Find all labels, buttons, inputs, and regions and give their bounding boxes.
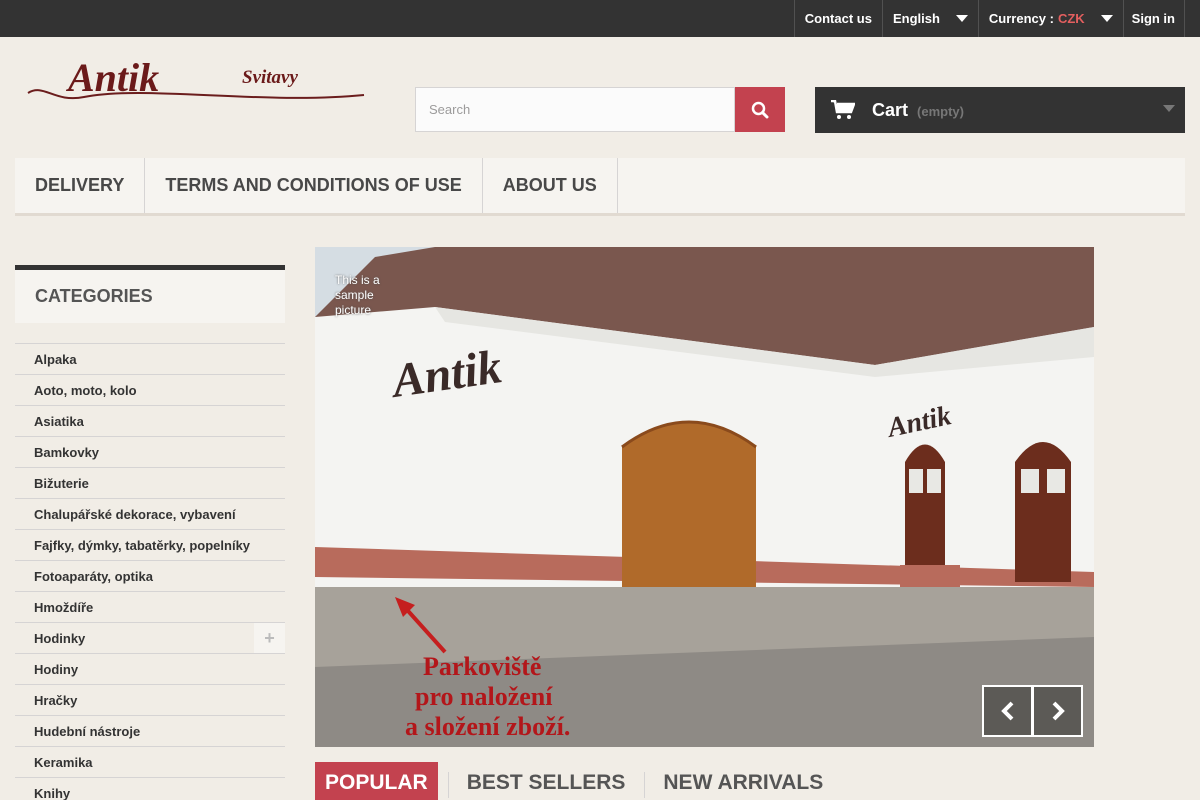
search-form <box>415 87 785 132</box>
cart-title: Cart <box>872 99 909 120</box>
cart-icon <box>831 100 855 119</box>
category-label: Alpaka <box>34 351 77 367</box>
category-item[interactable]: Hodiny <box>15 653 285 684</box>
chevron-down-icon <box>955 15 968 22</box>
category-label: Chalupářské dekorace, vybavení <box>34 506 236 522</box>
slider-controls <box>982 685 1083 737</box>
category-item[interactable]: Hračky <box>15 684 285 715</box>
category-label: Asiatika <box>34 413 84 429</box>
category-item[interactable]: Hudební nástroje <box>15 715 285 746</box>
category-item[interactable]: Hmoždíře <box>15 591 285 622</box>
category-item[interactable]: Hodinky + <box>15 622 285 653</box>
slide-note-line1: Parkoviště <box>423 652 541 681</box>
category-label: Aoto, moto, kolo <box>34 382 137 398</box>
categories-block: Categories <box>15 265 285 323</box>
category-label: Hmoždíře <box>34 599 94 615</box>
slider-next-button[interactable] <box>1032 685 1083 737</box>
top-nav: Contact us English Currency : CZK Sign i… <box>793 0 1185 37</box>
language-label: English <box>892 11 940 26</box>
chevron-left-icon <box>1000 701 1013 721</box>
slide-image: Antik Antik Parkoviště pro naložení a sl… <box>315 247 1094 747</box>
main-menu: Delivery Terms and conditions of use Abo… <box>15 158 1185 216</box>
category-item[interactable]: Alpaka <box>15 343 285 374</box>
search-input[interactable] <box>415 87 735 132</box>
category-label: Fajfky, dýmky, tabatěrky, popelníky <box>34 537 251 553</box>
sign-in-link[interactable]: Sign in <box>1122 0 1185 37</box>
language-selector[interactable]: English <box>881 0 978 37</box>
currency-label: Currency : <box>988 11 1054 26</box>
search-button[interactable] <box>735 87 785 132</box>
chevron-right-icon <box>1052 701 1065 721</box>
category-label: Hodinky <box>34 630 86 646</box>
slide-caption: This is a sample picture <box>335 273 380 317</box>
expand-plus-icon[interactable]: + <box>254 623 285 653</box>
categories-title: Categories <box>35 286 153 306</box>
cart-block[interactable]: Cart (empty) <box>815 87 1185 133</box>
logo-main-text: Antik <box>65 55 159 100</box>
category-label: Keramika <box>34 754 93 770</box>
category-item[interactable]: Aoto, moto, kolo <box>15 374 285 405</box>
category-item[interactable]: Knihy <box>15 777 285 800</box>
menu-item-delivery[interactable]: Delivery <box>15 158 146 213</box>
currency-value: CZK <box>1057 11 1085 26</box>
category-item[interactable]: Chalupářské dekorace, vybavení <box>15 498 285 529</box>
category-label: Hračky <box>34 692 78 708</box>
chevron-down-icon <box>1163 105 1175 112</box>
tab-popular[interactable]: Popular <box>315 762 438 800</box>
slide-note-line2: pro naložení <box>415 682 553 711</box>
category-label: Fotoaparáty, optika <box>34 568 153 584</box>
homepage-slider[interactable]: Antik Antik Parkoviště pro naložení a sl… <box>315 247 1094 747</box>
menu-item-about-us[interactable]: About us <box>483 158 618 213</box>
category-item[interactable]: Fajfky, dýmky, tabatěrky, popelníky <box>15 529 285 560</box>
slide-note-line3: a složení zboží. <box>405 712 570 741</box>
tab-new-arrivals[interactable]: New arrivals <box>644 762 842 800</box>
category-label: Knihy <box>34 785 71 800</box>
product-tabs: Popular Best sellers New arrivals <box>315 762 842 800</box>
search-icon <box>751 101 769 118</box>
category-item[interactable]: Fotoaparáty, optika <box>15 560 285 591</box>
category-list: Alpaka Aoto, moto, kolo Asiatika Bamkovk… <box>15 343 285 800</box>
store-logo[interactable]: Antik Svitavy <box>24 55 374 115</box>
category-label: Bamkovky <box>34 444 100 460</box>
category-item[interactable]: Bižuterie <box>15 467 285 498</box>
category-item[interactable]: Keramika <box>15 746 285 777</box>
cart-status: (empty) <box>917 104 964 119</box>
tab-best-sellers[interactable]: Best sellers <box>447 762 645 800</box>
chevron-down-icon <box>1100 15 1113 22</box>
category-label: Hudební nástroje <box>34 723 141 739</box>
category-label: Bižuterie <box>34 475 89 491</box>
contact-us-link[interactable]: Contact us <box>793 0 882 37</box>
top-bar: Contact us English Currency : CZK Sign i… <box>0 0 1200 37</box>
logo-sub-text: Svitavy <box>242 67 298 88</box>
category-item[interactable]: Asiatika <box>15 405 285 436</box>
currency-selector[interactable]: Currency : CZK <box>977 0 1123 37</box>
slider-prev-button[interactable] <box>982 685 1033 737</box>
category-label: Hodiny <box>34 661 79 677</box>
category-item[interactable]: Bamkovky <box>15 436 285 467</box>
menu-item-terms[interactable]: Terms and conditions of use <box>145 158 483 213</box>
